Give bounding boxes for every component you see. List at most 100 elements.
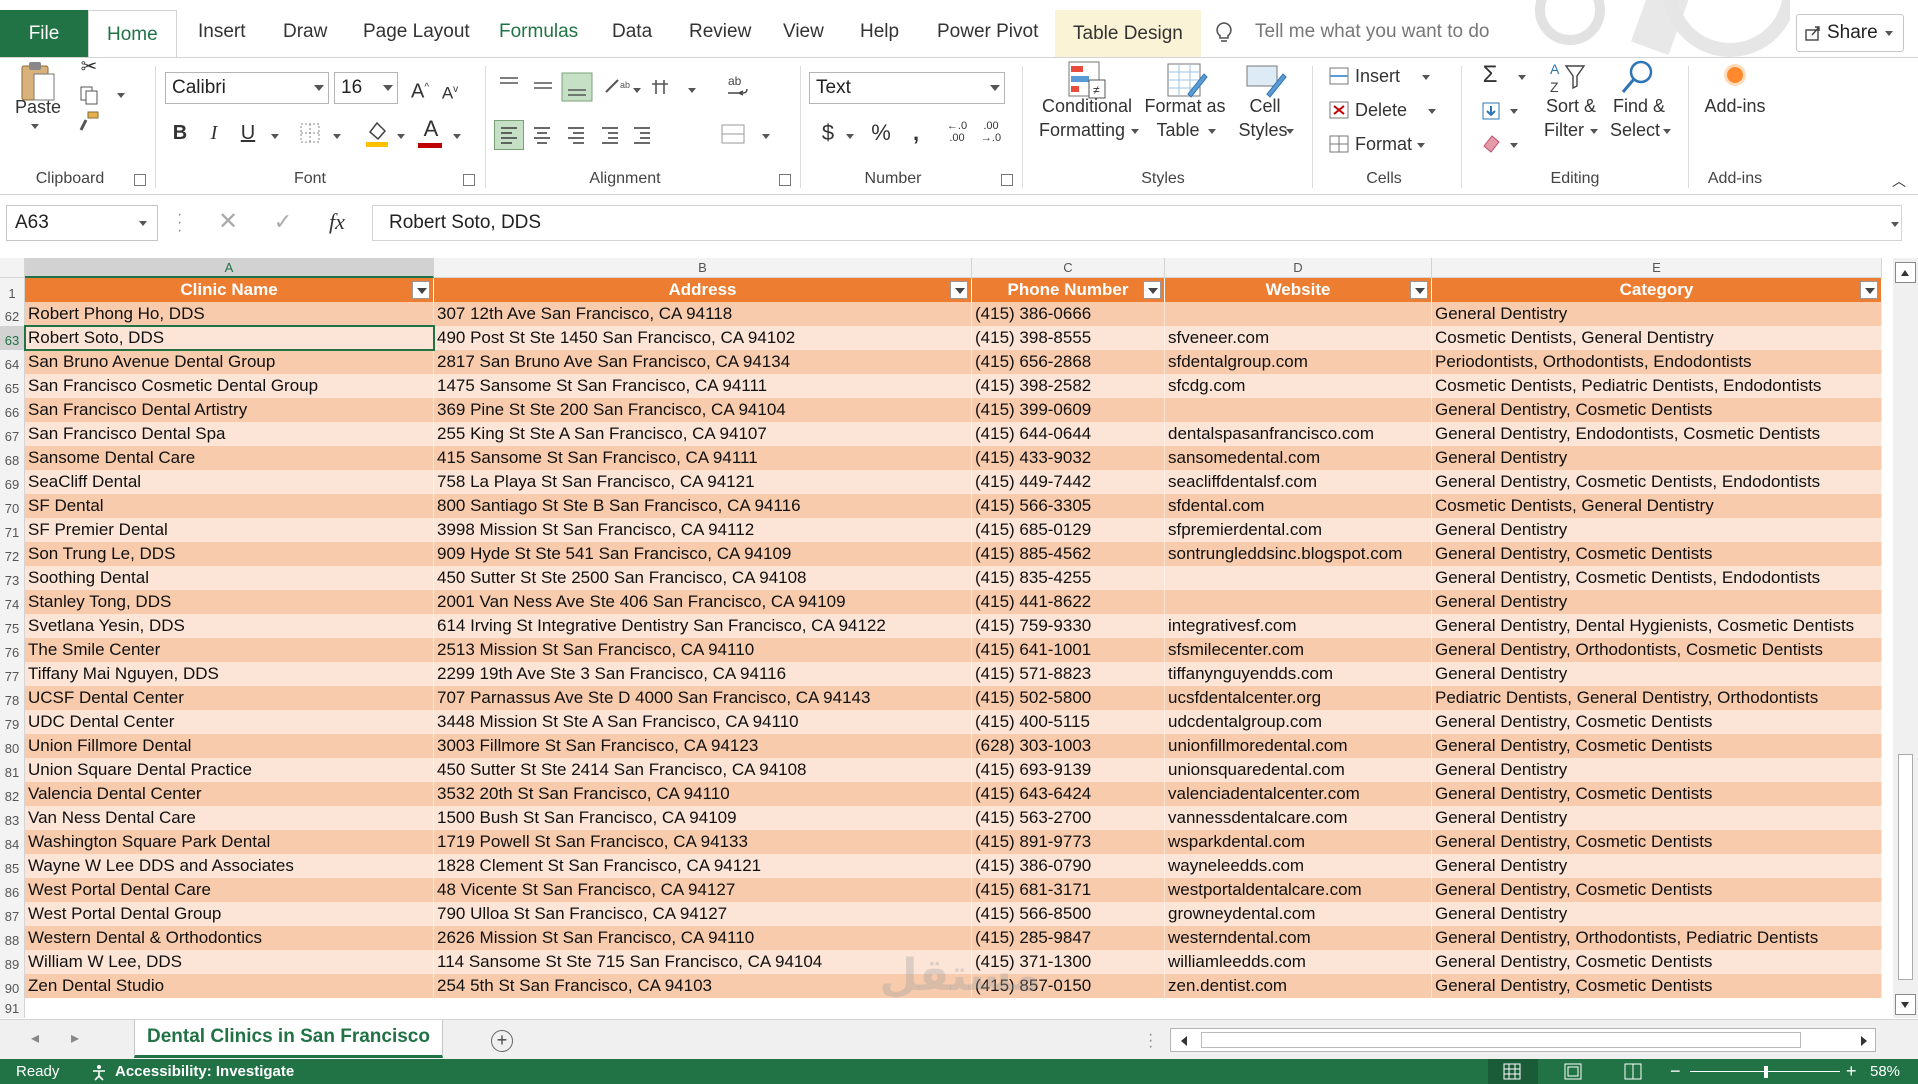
table-cell[interactable]: 1828 Clement St San Francisco, CA 94121: [434, 854, 972, 878]
more-options-icon[interactable]: · · ·: [177, 207, 182, 239]
scroll-right-icon[interactable]: [1861, 1036, 1867, 1046]
row-header[interactable]: 83: [0, 806, 25, 830]
filter-dropdown-button[interactable]: [1410, 281, 1428, 299]
vertical-scrollbar[interactable]: [1893, 258, 1918, 1018]
table-cell[interactable]: Svetlana Yesin, DDS: [25, 614, 434, 638]
table-cell[interactable]: 790 Ulloa St San Francisco, CA 94127: [434, 902, 972, 926]
comma-style-icon[interactable]: ,: [903, 120, 929, 146]
row-header[interactable]: 1: [0, 278, 25, 302]
merge-center-icon[interactable]: [720, 121, 746, 147]
table-cell[interactable]: General Dentistry: [1432, 806, 1882, 830]
table-cell[interactable]: (415) 399-0609: [972, 398, 1165, 422]
table-cell[interactable]: 3532 20th St San Francisco, CA 94110: [434, 782, 972, 806]
table-cell[interactable]: unionsquaredental.com: [1165, 758, 1432, 782]
table-cell[interactable]: Robert Phong Ho, DDS: [25, 302, 434, 326]
table-cell[interactable]: UDC Dental Center: [25, 710, 434, 734]
cell-styles-caret[interactable]: [1286, 129, 1294, 134]
table-cell[interactable]: 614 Irving St Integrative Dentistry San …: [434, 614, 972, 638]
font-name-select[interactable]: Calibri: [165, 72, 329, 104]
table-cell[interactable]: Periodontists, Orthodontists, Endodontis…: [1432, 350, 1882, 374]
fill-icon[interactable]: [1480, 100, 1502, 122]
conditional-formatting-caret[interactable]: [1131, 129, 1139, 134]
row-header[interactable]: 88: [0, 926, 25, 950]
horizontal-scrollbar[interactable]: [1170, 1028, 1876, 1052]
row-header[interactable]: 81: [0, 758, 25, 782]
scroll-sheets-right-icon[interactable]: ▸: [62, 1026, 88, 1052]
table-cell[interactable]: General Dentistry, Orthodontists, Cosmet…: [1432, 638, 1882, 662]
formula-input[interactable]: Robert Soto, DDS: [372, 205, 1902, 241]
table-cell[interactable]: Western Dental & Orthodontics: [25, 926, 434, 950]
accessibility-icon[interactable]: [90, 1063, 108, 1081]
row-header[interactable]: 63: [0, 326, 25, 350]
row-header[interactable]: 86: [0, 878, 25, 902]
table-cell[interactable]: General Dentistry, Orthodontists, Pediat…: [1432, 926, 1882, 950]
table-cell[interactable]: 1475 Sansome St San Francisco, CA 94111: [434, 374, 972, 398]
table-cell[interactable]: (415) 566-3305: [972, 494, 1165, 518]
insert-cells-icon[interactable]: [1328, 66, 1350, 86]
row-header[interactable]: 87: [0, 902, 25, 926]
table-cell[interactable]: (415) 681-3171: [972, 878, 1165, 902]
column-header-c[interactable]: C: [972, 258, 1165, 278]
zoom-level[interactable]: 58%: [1870, 1059, 1900, 1084]
table-cell[interactable]: General Dentistry: [1432, 302, 1882, 326]
format-as-table-label-1[interactable]: Format as: [1140, 94, 1230, 118]
enter-icon[interactable]: ✓: [270, 209, 296, 235]
format-as-table-label-2[interactable]: Table: [1142, 118, 1214, 142]
table-cell[interactable]: 707 Parnassus Ave Ste D 4000 San Francis…: [434, 686, 972, 710]
table-cell[interactable]: seacliffdentalsf.com: [1165, 470, 1432, 494]
table-cell[interactable]: Pediatric Dentists, General Dentistry, O…: [1432, 686, 1882, 710]
table-cell[interactable]: Van Ness Dental Care: [25, 806, 434, 830]
table-cell[interactable]: (415) 285-9847: [972, 926, 1165, 950]
increase-font-size-icon[interactable]: A^: [407, 75, 433, 103]
filter-dropdown-button[interactable]: [1143, 281, 1161, 299]
row-header[interactable]: 84: [0, 830, 25, 854]
table-cell[interactable]: 2299 19th Ave Ste 3 San Francisco, CA 94…: [434, 662, 972, 686]
table-cell[interactable]: General Dentistry: [1432, 662, 1882, 686]
format-cells-button[interactable]: Format: [1355, 132, 1412, 156]
autosum-caret[interactable]: [1518, 75, 1526, 80]
table-cell[interactable]: (415) 759-9330: [972, 614, 1165, 638]
table-cell[interactable]: [1165, 302, 1432, 326]
alignment-launcher[interactable]: [779, 174, 791, 186]
table-cell[interactable]: 48 Vicente St San Francisco, CA 94127: [434, 878, 972, 902]
normal-view-button[interactable]: [1488, 1059, 1538, 1084]
italic-icon[interactable]: I: [201, 120, 227, 146]
table-cell[interactable]: wayneleedds.com: [1165, 854, 1432, 878]
row-header[interactable]: 65: [0, 374, 25, 398]
table-cell[interactable]: wsparkdental.com: [1165, 830, 1432, 854]
page-layout-view-icon[interactable]: [1564, 1063, 1582, 1080]
table-cell[interactable]: 3998 Mission St San Francisco, CA 94112: [434, 518, 972, 542]
table-cell[interactable]: 254 5th St San Francisco, CA 94103: [434, 974, 972, 998]
table-cell[interactable]: (415) 433-9032: [972, 446, 1165, 470]
name-box-dropdown-caret[interactable]: [139, 221, 147, 226]
tab-file[interactable]: File: [0, 10, 88, 57]
sort-filter-caret[interactable]: [1590, 129, 1598, 134]
accounting-format-icon[interactable]: $: [815, 120, 841, 146]
text-direction-dropdown-caret[interactable]: [688, 88, 696, 93]
table-cell[interactable]: William W Lee, DDS: [25, 950, 434, 974]
table-cell[interactable]: williamleedds.com: [1165, 950, 1432, 974]
share-button[interactable]: Share: [1796, 14, 1904, 52]
table-cell[interactable]: General Dentistry, Cosmetic Dentists: [1432, 974, 1882, 998]
column-header-b[interactable]: B: [434, 258, 972, 278]
tab-home[interactable]: Home: [88, 10, 177, 57]
table-cell[interactable]: 490 Post St Ste 1450 San Francisco, CA 9…: [434, 326, 972, 350]
tab-help[interactable]: Help: [860, 12, 899, 52]
table-cell[interactable]: sfsmilecenter.com: [1165, 638, 1432, 662]
table-cell[interactable]: (415) 502-5800: [972, 686, 1165, 710]
increase-decimal-icon[interactable]: ←.0.00: [944, 120, 970, 146]
table-cell[interactable]: 307 12th Ave San Francisco, CA 94118: [434, 302, 972, 326]
find-select-label-2[interactable]: Select: [1609, 118, 1661, 142]
table-cell[interactable]: sfveneer.com: [1165, 326, 1432, 350]
row-header[interactable]: 72: [0, 542, 25, 566]
table-cell[interactable]: ucsfdentalcenter.org: [1165, 686, 1432, 710]
table-cell[interactable]: vannessdentalcare.com: [1165, 806, 1432, 830]
font-size-select[interactable]: 16: [334, 72, 398, 104]
table-cell[interactable]: Tiffany Mai Nguyen, DDS: [25, 662, 434, 686]
tab-insert[interactable]: Insert: [198, 12, 246, 52]
table-cell[interactable]: SeaCliff Dental: [25, 470, 434, 494]
row-header[interactable]: 67: [0, 422, 25, 446]
table-cell[interactable]: (415) 386-0666: [972, 302, 1165, 326]
table-cell[interactable]: (415) 441-8622: [972, 590, 1165, 614]
find-select-icon[interactable]: [1617, 58, 1657, 98]
